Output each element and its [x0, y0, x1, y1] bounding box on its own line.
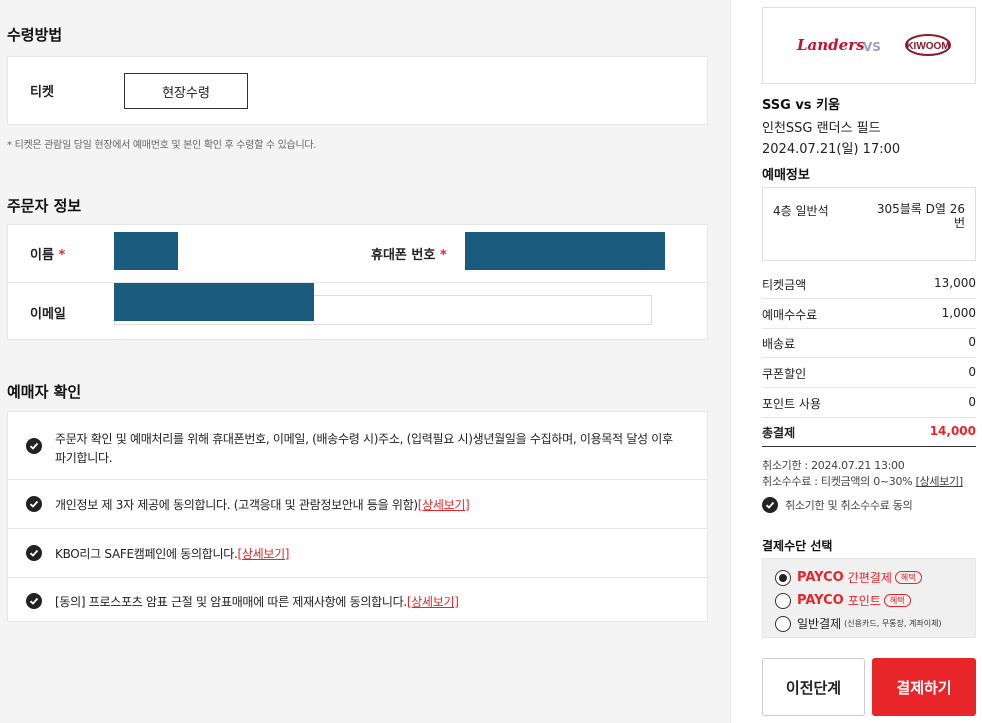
row-divider	[8, 577, 707, 578]
consent-item-scalping[interactable]: [동의] 프로스포츠 암표 근절 및 암표매매에 따른 제재사항에 동의합니다.…	[26, 593, 707, 610]
payment-option-payco-point[interactable]: PAYCO 포인트 혜택	[775, 592, 911, 609]
price-row-ticket: 티켓금액 13,000	[762, 276, 976, 292]
receipt-note: * 티켓은 관람일 당일 현장에서 예매번호 및 본인 확인 후 수령할 수 있…	[7, 140, 317, 151]
ticket-label: 티켓	[30, 85, 54, 100]
check-icon	[26, 545, 42, 561]
price-row-coupon: 쿠폰할인 0	[762, 365, 976, 381]
row-divider	[8, 282, 707, 283]
match-datetime: 2024.07.21(일) 17:00	[762, 142, 901, 157]
seat-box: 4층 일반석 305블록 D열 26번	[762, 187, 976, 261]
row-divider	[762, 387, 976, 388]
consent-text: KBO리그 SAFE캠페인에 동의합니다.	[55, 547, 238, 561]
row-divider	[762, 357, 976, 358]
row-divider	[8, 479, 707, 480]
row-divider	[762, 328, 976, 329]
payment-title: 결제수단 선택	[762, 539, 833, 553]
phone-label: 휴대폰 번호 *	[371, 248, 447, 263]
match-logos: Landers VS KIWOOM	[762, 7, 976, 84]
row-divider	[762, 298, 976, 299]
check-icon	[26, 438, 42, 454]
phone-input[interactable]	[465, 232, 665, 270]
match-title: SSG vs 키움	[762, 98, 840, 113]
seat-number: 305블록 D열 26번	[876, 202, 965, 230]
cancel-deadline: 취소기한 : 2024.07.21 13:00	[762, 459, 905, 472]
consent-item-privacy[interactable]: 주문자 확인 및 예매처리를 위해 휴대폰번호, 이메일, (배송수령 시)주소…	[26, 430, 677, 468]
pay-button[interactable]: 결제하기	[872, 658, 976, 716]
consent-item-safe-campaign[interactable]: KBO리그 SAFE캠페인에 동의합니다. [상세보기]	[26, 545, 707, 562]
consent-text: 개인정보 제 3자 제공에 동의합니다. (고객응대 및 관람정보안내 등을 위…	[55, 498, 418, 512]
payment-option-payco-easy[interactable]: PAYCO 간편결제 혜택	[775, 569, 922, 586]
row-divider	[8, 528, 707, 529]
detail-link[interactable]: [상세보기]	[418, 496, 470, 513]
benefit-badge: 혜택	[894, 571, 922, 584]
price-row-delivery: 배송료 0	[762, 335, 976, 351]
row-divider	[762, 417, 976, 418]
radio-icon[interactable]	[775, 615, 791, 632]
check-icon	[26, 593, 42, 609]
detail-link[interactable]: [상세보기]	[407, 593, 459, 610]
check-icon	[762, 497, 778, 513]
detail-link[interactable]: [상세보기]	[237, 545, 289, 562]
receipt-section-title: 수령방법	[7, 26, 63, 44]
email-mask	[114, 283, 314, 321]
cancel-detail-link[interactable]: [상세보기]	[916, 475, 964, 488]
consent-text: [동의] 프로스포츠 암표 근절 및 암표매매에 따른 제재사항에 동의합니다.	[55, 595, 407, 609]
orderer-section-title: 주문자 정보	[7, 197, 82, 215]
seat-grade: 4층 일반석	[773, 204, 829, 218]
cancel-agree[interactable]: 취소기한 및 취소수수료 동의	[762, 497, 913, 513]
check-icon	[26, 496, 42, 512]
radio-selected-icon[interactable]	[775, 569, 791, 586]
price-row-total: 총결제 14,000	[762, 424, 976, 440]
benefit-badge: 혜택	[883, 594, 911, 607]
radio-icon[interactable]	[775, 592, 791, 609]
consent-item-third-party[interactable]: 개인정보 제 3자 제공에 동의합니다. (고객응대 및 관람정보안내 등을 위…	[26, 496, 707, 513]
orderer-box: 이름 * 휴대폰 번호 * 이메일	[7, 224, 708, 340]
landers-logo: Landers	[797, 36, 865, 54]
price-row-fee: 예매수수료 1,000	[762, 306, 976, 322]
cancel-fee: 취소수수료 : 티켓금액의 0~30% [상세보기]	[762, 475, 964, 488]
payment-option-general[interactable]: 일반결제 (신용카드, 무통장, 계좌이체)	[775, 615, 942, 632]
row-divider	[762, 446, 976, 447]
summary-panel: Landers VS KIWOOM SSG vs 키움 인천SSG 랜더스 필드…	[730, 0, 982, 723]
consent-box: 주문자 확인 및 예매처리를 위해 휴대폰번호, 이메일, (배송수령 시)주소…	[7, 411, 708, 622]
price-row-point: 포인트 사용 0	[762, 395, 976, 411]
prev-step-button[interactable]: 이전단계	[762, 658, 865, 716]
consent-text: 주문자 확인 및 예매처리를 위해 휴대폰번호, 이메일, (배송수령 시)주소…	[55, 432, 673, 465]
consent-section-title: 예매자 확인	[7, 383, 82, 401]
onsite-pickup-button[interactable]: 현장수령	[124, 73, 248, 109]
receipt-box: 티켓 현장수령	[7, 56, 708, 125]
name-label: 이름 *	[30, 248, 66, 263]
match-venue: 인천SSG 랜더스 필드	[762, 121, 881, 136]
kiwoom-logo: KIWOOM	[905, 34, 951, 56]
payment-options: PAYCO 간편결제 혜택 PAYCO 포인트 혜택 일반결제 (신용카드, 무…	[762, 558, 976, 638]
order-form: 수령방법 티켓 현장수령 * 티켓은 관람일 당일 현장에서 예매번호 및 본인…	[0, 0, 708, 723]
svg-text:KIWOOM: KIWOOM	[906, 41, 949, 52]
name-input[interactable]	[114, 232, 178, 270]
vs-label: VS	[863, 40, 881, 54]
booking-title: 예매정보	[762, 168, 810, 183]
email-label: 이메일	[30, 307, 66, 322]
